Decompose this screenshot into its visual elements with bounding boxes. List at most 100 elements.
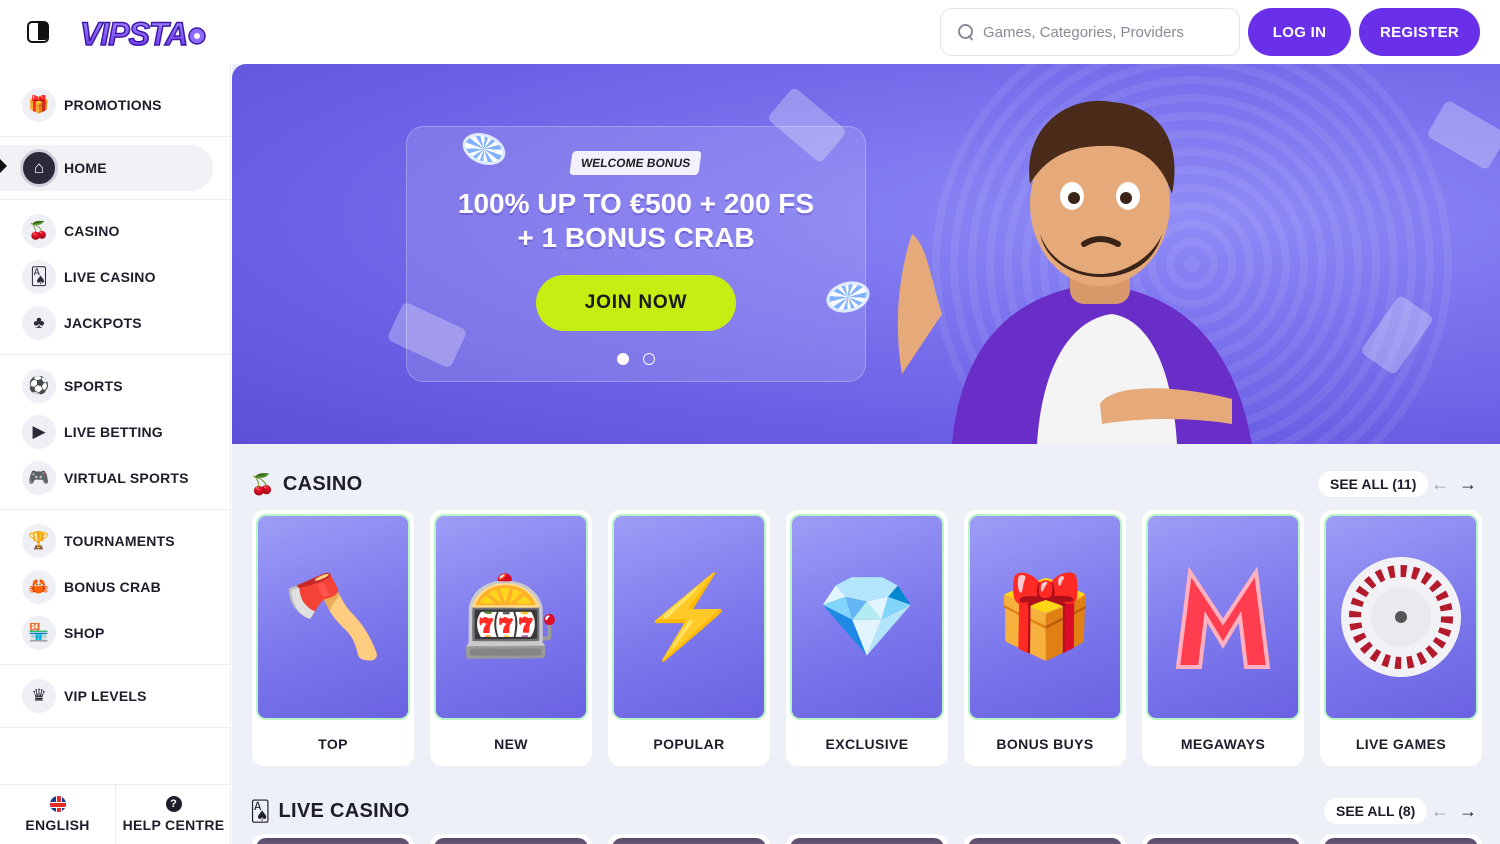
main-content: WELCOME BONUS 100% UP TO €500 + 200 FS +… — [232, 64, 1500, 844]
live-casino-see-all-button[interactable]: SEE ALL (8) — [1324, 798, 1428, 824]
register-button[interactable]: REGISTER — [1359, 8, 1480, 56]
tile-label: LIVE GAMES — [1355, 736, 1447, 752]
carousel-dot-2[interactable] — [643, 353, 655, 365]
sidebar-item-jackpots[interactable]: ♣ JACKPOTS — [0, 300, 230, 346]
clover-icon: ♣ — [22, 306, 56, 340]
live-casino-tile[interactable] — [1320, 834, 1482, 844]
sidebar-item-tournaments[interactable]: 🏆 TOURNAMENTS — [0, 518, 230, 564]
search-input[interactable] — [983, 23, 1233, 41]
category-tile-top[interactable]: 🪓 TOP — [252, 510, 414, 766]
bonus-headline-line1: 100% UP TO €500 + 200 FS — [457, 188, 815, 219]
search-box[interactable] — [940, 8, 1240, 56]
sidebar-item-home[interactable]: ⌂ HOME — [0, 145, 213, 191]
home-icon: ⌂ — [20, 149, 58, 187]
cards-icon: 🂡 — [22, 260, 56, 294]
sidebar-item-label: PROMOTIONS — [64, 97, 162, 113]
join-now-button[interactable]: JOIN NOW — [536, 275, 736, 331]
tile-label: BONUS BUYS — [996, 736, 1094, 752]
tile-label: NEW — [494, 736, 528, 752]
sidebar-footer: ENGLISH ? HELP CENTRE — [0, 784, 231, 844]
welcome-bonus-card: WELCOME BONUS 100% UP TO €500 + 200 FS +… — [406, 126, 866, 382]
sidebar-item-live-casino[interactable]: 🂡 LIVE CASINO — [0, 254, 230, 300]
live-casino-tiles — [252, 834, 1482, 844]
play-icon: ▶ — [22, 415, 56, 449]
arrow-right-icon[interactable]: → — [1458, 474, 1478, 494]
help-centre-link[interactable]: ? HELP CENTRE — [115, 785, 231, 844]
sidebar-item-label: LIVE CASINO — [64, 269, 156, 285]
sidebar-group-sports: ⚽ SPORTS ▶ LIVE BETTING 🎮 VIRTUAL SPORTS — [0, 355, 230, 510]
sidebar-item-vip-levels[interactable]: ♛ VIP LEVELS — [0, 673, 230, 719]
arrow-right-icon[interactable]: → — [1458, 801, 1478, 821]
tile-label: MEGAWAYS — [1180, 736, 1266, 752]
trophy-icon: 🏆 — [22, 524, 56, 558]
svg-text:VIPSTA: VIPSTA — [80, 16, 187, 52]
carousel-dot-1[interactable] — [617, 353, 629, 365]
category-tile-new[interactable]: 🎰 NEW — [430, 510, 592, 766]
live-casino-tile[interactable] — [252, 834, 414, 844]
sidebar-toggle-icon[interactable] — [27, 21, 49, 43]
sidebar-item-label: JACKPOTS — [64, 315, 142, 331]
question-icon: ? — [165, 796, 182, 812]
category-tile-exclusive[interactable]: 💎 EXCLUSIVE — [786, 510, 948, 766]
category-tile-live-games[interactable]: LIVE GAMES — [1320, 510, 1482, 766]
arrow-left-icon[interactable]: ← — [1430, 801, 1450, 821]
language-selector[interactable]: ENGLISH — [0, 785, 115, 844]
sidebar-group-tournaments: 🏆 TOURNAMENTS 🦀 BONUS CRAB 🏪 SHOP — [0, 510, 230, 665]
tile-label: POPULAR — [653, 736, 725, 752]
sidebar: 🎁 PROMOTIONS ⌂ HOME 🍒 CASINO 🂡 LIVE CASI… — [0, 64, 231, 844]
welcome-bonus-badge: WELCOME BONUS — [569, 151, 703, 175]
search-icon — [957, 23, 975, 41]
live-casino-tile[interactable] — [1142, 834, 1304, 844]
roulette-artwork — [1324, 514, 1478, 720]
login-button[interactable]: LOG IN — [1248, 8, 1351, 56]
zeus-artwork: ⚡ — [612, 514, 766, 720]
diamond-crown-artwork: 💎 — [790, 514, 944, 720]
sidebar-item-bonus-crab[interactable]: 🦀 BONUS CRAB — [0, 564, 230, 610]
gift-icon: 🎁 — [22, 88, 56, 122]
gamepad-icon: 🎮 — [22, 461, 56, 495]
crown-icon: ♛ — [22, 679, 56, 713]
sidebar-item-label: LIVE BETTING — [64, 424, 163, 440]
casino-see-all-button[interactable]: SEE ALL (11) — [1318, 471, 1429, 497]
tile-label: TOP — [318, 736, 348, 752]
live-casino-tile[interactable] — [786, 834, 948, 844]
letter-m-artwork — [1146, 514, 1300, 720]
slot-machine-artwork: 🎰 — [434, 514, 588, 720]
live-casino-tile[interactable] — [964, 834, 1126, 844]
sidebar-item-promotions[interactable]: 🎁 PROMOTIONS — [0, 82, 230, 128]
uk-flag-icon — [49, 796, 66, 812]
live-casino-tile[interactable] — [430, 834, 592, 844]
shop-icon: 🏪 — [22, 616, 56, 650]
money-bill-decoration — [1426, 99, 1500, 171]
arrow-left-icon[interactable]: ← — [1430, 474, 1450, 494]
live-casino-section-header: 🂡 LIVE CASINO — [250, 799, 410, 824]
sidebar-item-label: HOME — [64, 160, 107, 176]
bonus-headline: 100% UP TO €500 + 200 FS + 1 BONUS CRAB — [407, 187, 865, 255]
sidebar-item-live-betting[interactable]: ▶ LIVE BETTING — [0, 409, 230, 455]
sidebar-item-virtual-sports[interactable]: 🎮 VIRTUAL SPORTS — [0, 455, 230, 501]
category-tile-megaways[interactable]: MEGAWAYS — [1142, 510, 1304, 766]
category-tile-popular[interactable]: ⚡ POPULAR — [608, 510, 770, 766]
casino-section-header: 🍒 CASINO — [250, 472, 363, 497]
viking-artwork: 🪓 — [256, 514, 410, 720]
sidebar-item-label: SPORTS — [64, 378, 123, 394]
vipsta-logo[interactable]: VIPSTA — [76, 10, 208, 56]
sidebar-item-label: TOURNAMENTS — [64, 533, 175, 549]
tile-label: EXCLUSIVE — [825, 736, 909, 752]
cherries-icon: 🍒 — [22, 214, 56, 248]
letter-m-icon — [1175, 566, 1271, 669]
live-casino-tile[interactable] — [608, 834, 770, 844]
cherries-icon: 🍒 — [250, 474, 275, 496]
top-bar: VIPSTA LOG IN REGISTER — [0, 0, 1500, 64]
help-centre-label: HELP CENTRE — [122, 817, 225, 833]
gift-box-artwork: 🎁 — [968, 514, 1122, 720]
roulette-wheel-icon — [1341, 557, 1461, 677]
category-tile-bonus-buys[interactable]: 🎁 BONUS BUYS — [964, 510, 1126, 766]
sidebar-item-casino[interactable]: 🍒 CASINO — [0, 208, 230, 254]
sidebar-item-sports[interactable]: ⚽ SPORTS — [0, 363, 230, 409]
sidebar-item-shop[interactable]: 🏪 SHOP — [0, 610, 230, 656]
sidebar-item-label: VIP LEVELS — [64, 688, 147, 704]
hero-banner[interactable]: WELCOME BONUS 100% UP TO €500 + 200 FS +… — [232, 64, 1500, 444]
sidebar-group-casino: 🍒 CASINO 🂡 LIVE CASINO ♣ JACKPOTS — [0, 200, 230, 355]
sidebar-item-label: CASINO — [64, 223, 120, 239]
